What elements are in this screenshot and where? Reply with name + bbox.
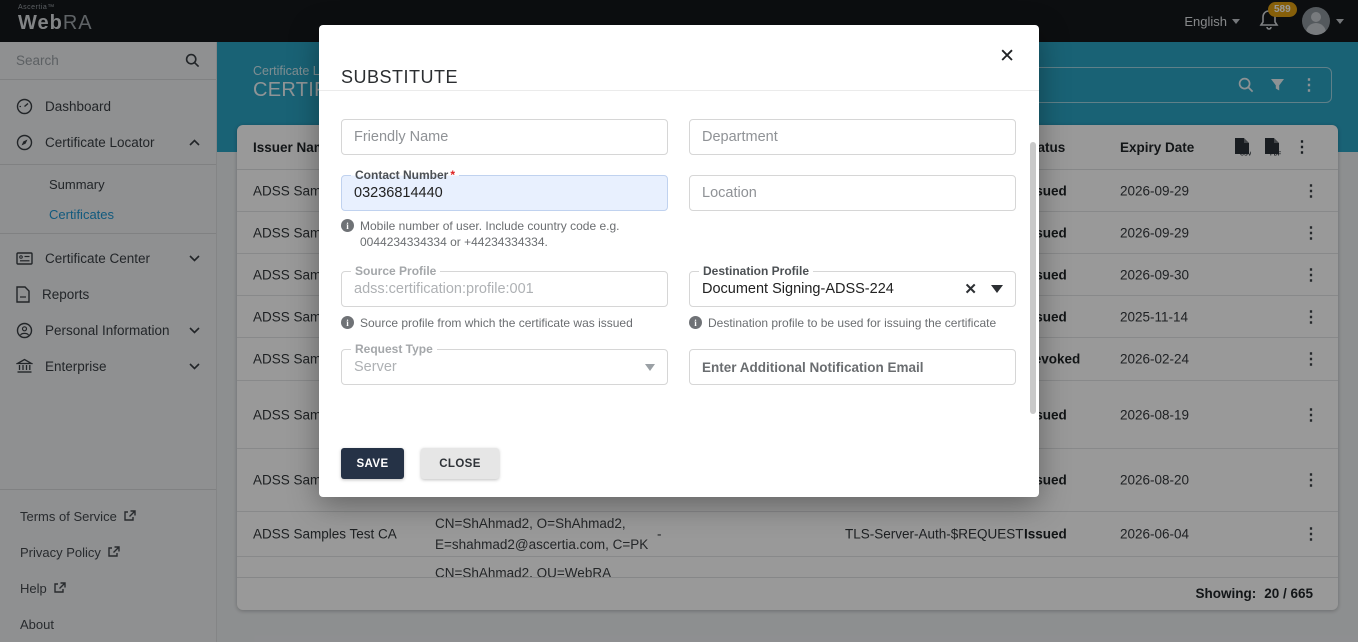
source-profile-label: Source Profile (351, 264, 440, 278)
contact-number-hint: i Mobile number of user. Include country… (341, 218, 671, 250)
additional-email-placeholder: Enter Additional Notification Email (702, 360, 924, 375)
department-placeholder: Department (702, 129, 778, 145)
source-profile-hint: i Source profile from which the certific… (341, 315, 671, 331)
friendly-name-field[interactable]: Friendly Name (341, 119, 668, 155)
contact-number-label: Contact Number* (351, 168, 459, 182)
friendly-name-placeholder: Friendly Name (354, 129, 448, 145)
dropdown-caret-icon (645, 364, 655, 371)
location-field[interactable]: Location (689, 175, 1016, 211)
destination-profile-label: Destination Profile (699, 264, 813, 278)
info-icon: i (689, 316, 702, 329)
source-profile-field: Source Profile adss:certification:profil… (341, 271, 668, 307)
info-icon: i (341, 316, 354, 329)
department-field[interactable]: Department (689, 119, 1016, 155)
close-button[interactable]: CLOSE (421, 448, 499, 479)
dialog-title: SUBSTITUTE (341, 67, 458, 88)
contact-number-value: 03236814440 (354, 185, 443, 201)
clear-icon[interactable]: ✕ (964, 280, 977, 298)
destination-profile-hint: i Destination profile to be used for iss… (689, 315, 1029, 331)
request-type-value: Server (354, 359, 397, 375)
destination-profile-value: Document Signing-ADSS-224 (702, 281, 894, 297)
contact-number-field[interactable]: Contact Number* 03236814440 (341, 175, 668, 211)
substitute-dialog: SUBSTITUTE ✕ Friendly Name Department Co… (319, 25, 1039, 497)
request-type-label: Request Type (351, 342, 437, 356)
save-button[interactable]: SAVE (341, 448, 404, 479)
source-profile-value: adss:certification:profile:001 (354, 281, 534, 297)
modal-scrollbar[interactable] (1030, 142, 1036, 414)
required-asterisk: * (450, 168, 455, 182)
additional-email-field[interactable]: Enter Additional Notification Email (689, 349, 1016, 385)
close-icon[interactable]: ✕ (999, 45, 1015, 68)
location-placeholder: Location (702, 185, 757, 201)
destination-profile-select[interactable]: Destination Profile Document Signing-ADS… (689, 271, 1016, 307)
request-type-select: Request Type Server (341, 349, 668, 385)
dropdown-caret-icon[interactable] (991, 285, 1003, 293)
info-icon: i (341, 219, 354, 232)
